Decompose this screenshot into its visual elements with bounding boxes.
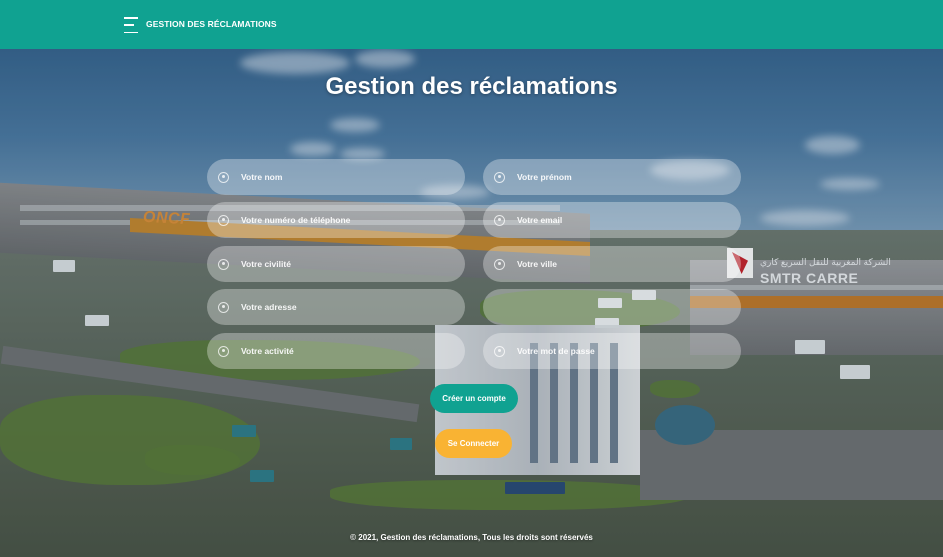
ville-field[interactable] <box>483 246 741 282</box>
activite-field[interactable] <box>207 333 465 369</box>
civilite-input[interactable] <box>241 246 465 282</box>
adresse-input[interactable] <box>241 289 465 325</box>
user-icon <box>494 214 505 226</box>
user-icon <box>218 301 229 313</box>
telephone-input[interactable] <box>241 202 465 238</box>
user-icon <box>494 258 505 270</box>
login-button[interactable]: Se Connecter <box>435 429 512 458</box>
footer-copyright: © 2021, Gestion des réclamations, Tous l… <box>350 533 593 542</box>
adresse-field[interactable] <box>207 289 465 325</box>
activite-input[interactable] <box>241 333 465 369</box>
navbar: GESTION DES RÉCLAMATIONS <box>0 0 943 49</box>
civilite-field[interactable] <box>207 246 465 282</box>
user-icon <box>494 171 505 183</box>
telephone-field[interactable] <box>207 202 465 238</box>
extra-input[interactable] <box>517 289 741 325</box>
nom-input[interactable] <box>241 159 465 195</box>
page-title: Gestion des réclamations <box>325 73 618 100</box>
hamburger-menu-icon[interactable] <box>124 17 138 33</box>
nom-field[interactable] <box>207 159 465 195</box>
user-icon <box>218 345 229 357</box>
navbar-brand-link[interactable]: GESTION DES RÉCLAMATIONS <box>146 19 277 29</box>
user-icon <box>494 345 505 357</box>
user-icon <box>218 258 229 270</box>
mot-de-passe-field[interactable] <box>483 333 741 369</box>
ville-input[interactable] <box>517 246 741 282</box>
create-account-button[interactable]: Créer un compte <box>430 384 518 413</box>
user-icon <box>218 214 229 226</box>
user-icon <box>218 171 229 183</box>
extra-field[interactable] <box>483 289 741 325</box>
email-input[interactable] <box>517 202 741 238</box>
mot-de-passe-input[interactable] <box>517 333 741 369</box>
email-field[interactable] <box>483 202 741 238</box>
prenom-field[interactable] <box>483 159 741 195</box>
prenom-input[interactable] <box>517 159 741 195</box>
